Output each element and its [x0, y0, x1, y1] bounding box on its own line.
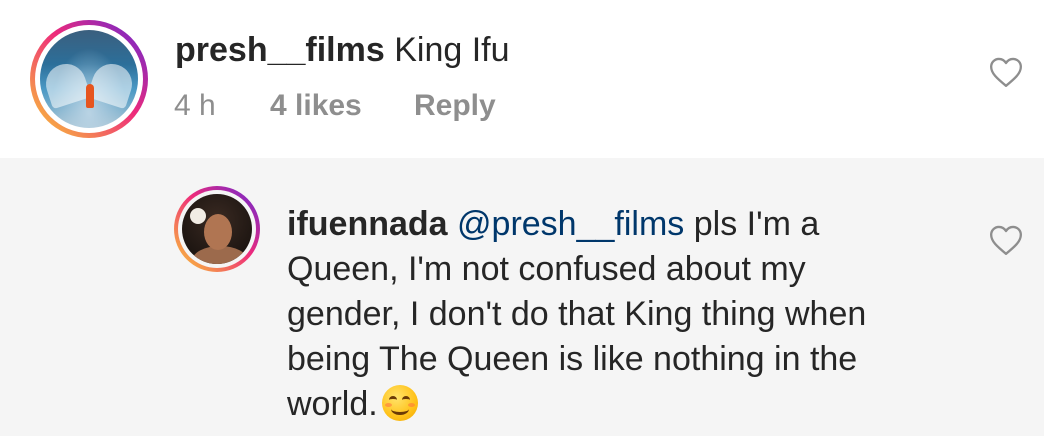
comment-text: King Ifu: [394, 31, 510, 69]
comment-body: presh__films King Ifu: [175, 30, 510, 70]
heart-outline-icon[interactable]: [988, 56, 1024, 88]
avatar-presh-films[interactable]: [30, 20, 148, 138]
avatar-photo: [40, 30, 138, 128]
smiling-face-icon: [381, 385, 418, 421]
reply-body: ifuennada @presh__films pls I'm a Queen,…: [287, 202, 927, 427]
mural-wing-left: [40, 58, 92, 110]
comment-username[interactable]: presh__films: [175, 31, 385, 69]
mural-wing-right: [86, 58, 138, 110]
comment-ifuennada: ifuennada @presh__films pls I'm a Queen,…: [0, 158, 1044, 436]
emoji-blush-right: [407, 403, 415, 407]
comment-presh-films: presh__films King Ifu 4 h 4 likes Reply: [0, 0, 1044, 158]
hair-flower: [190, 208, 206, 224]
person-figure: [86, 84, 94, 108]
reply-button[interactable]: Reply: [414, 88, 496, 124]
reply-mention-link[interactable]: @presh__films: [457, 205, 684, 243]
emoji-mouth: [390, 403, 409, 415]
avatar-ifuennada[interactable]: [174, 186, 260, 272]
avatar-photo: [182, 194, 252, 264]
comment-likes-count[interactable]: 4 likes: [270, 88, 362, 124]
reply-username[interactable]: ifuennada: [287, 205, 448, 243]
heart-outline-icon[interactable]: [988, 224, 1024, 256]
comment-timestamp[interactable]: 4 h: [174, 88, 216, 124]
person-face: [204, 214, 232, 250]
